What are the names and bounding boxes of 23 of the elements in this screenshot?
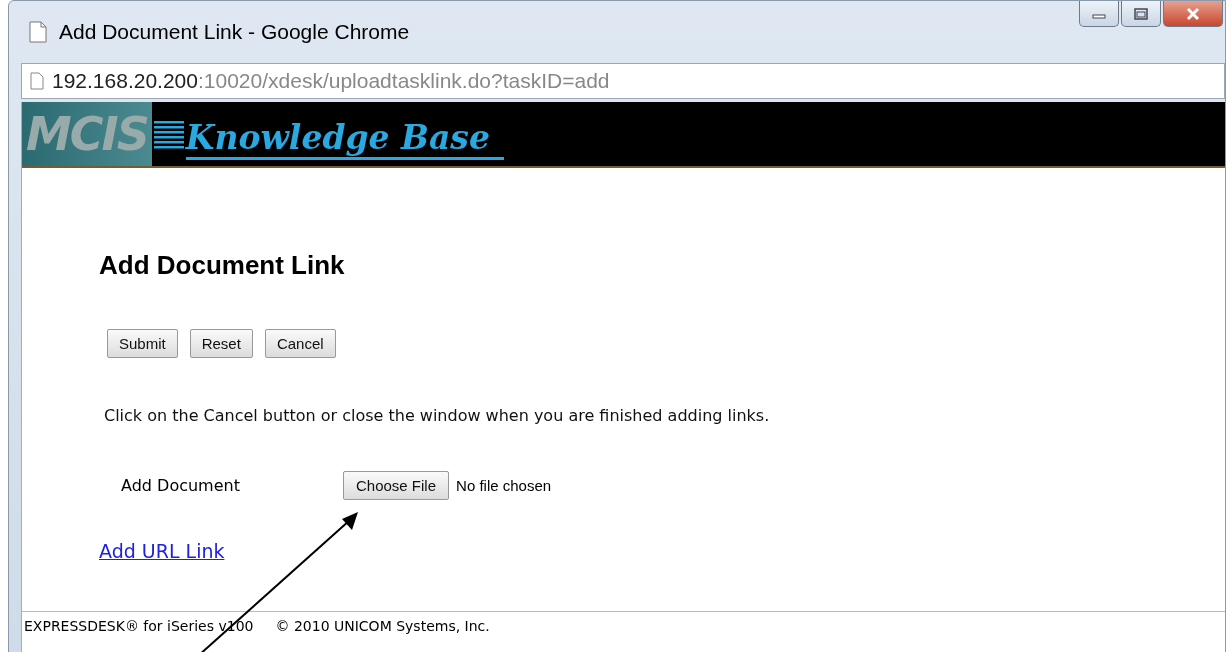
page-icon xyxy=(29,21,47,43)
logo-text: MCIS xyxy=(22,102,152,166)
choose-file-button[interactable]: Choose File xyxy=(343,471,450,500)
form-button[interactable]: Reset xyxy=(189,329,253,358)
close-icon xyxy=(1185,6,1201,21)
url-host: 192.168.20.200 xyxy=(52,69,198,93)
close-button[interactable] xyxy=(1163,1,1223,27)
form-button[interactable]: Cancel xyxy=(264,329,336,358)
maximize-icon xyxy=(1133,6,1149,21)
page-icon xyxy=(30,72,44,90)
field-label: Add Document xyxy=(121,476,241,495)
form-button[interactable]: Submit xyxy=(107,329,178,358)
url-path: :10020/xdesk/uploadtasklink.do?taskID=add xyxy=(198,69,610,93)
page-heading: Add Document Link xyxy=(99,250,346,281)
maximize-button[interactable] xyxy=(1121,1,1161,27)
instructions: Click on the Cancel button or close the window when you are finished adding links. xyxy=(104,406,771,425)
footer-copyright: © 2010 UNICOM Systems, Inc. xyxy=(275,618,490,636)
address-bar[interactable]: 192.168.20.200:10020/xdesk/uploadtasklink.do?taskID=add xyxy=(21,63,1225,99)
add-url-link[interactable]: Add URL Link xyxy=(99,540,225,562)
file-status: No file chosen xyxy=(456,477,552,494)
window-title: Add Document Link - Google Chrome xyxy=(59,20,410,44)
banner-title: Knowledge Base xyxy=(185,118,504,160)
minimize-button[interactable] xyxy=(1079,1,1119,27)
